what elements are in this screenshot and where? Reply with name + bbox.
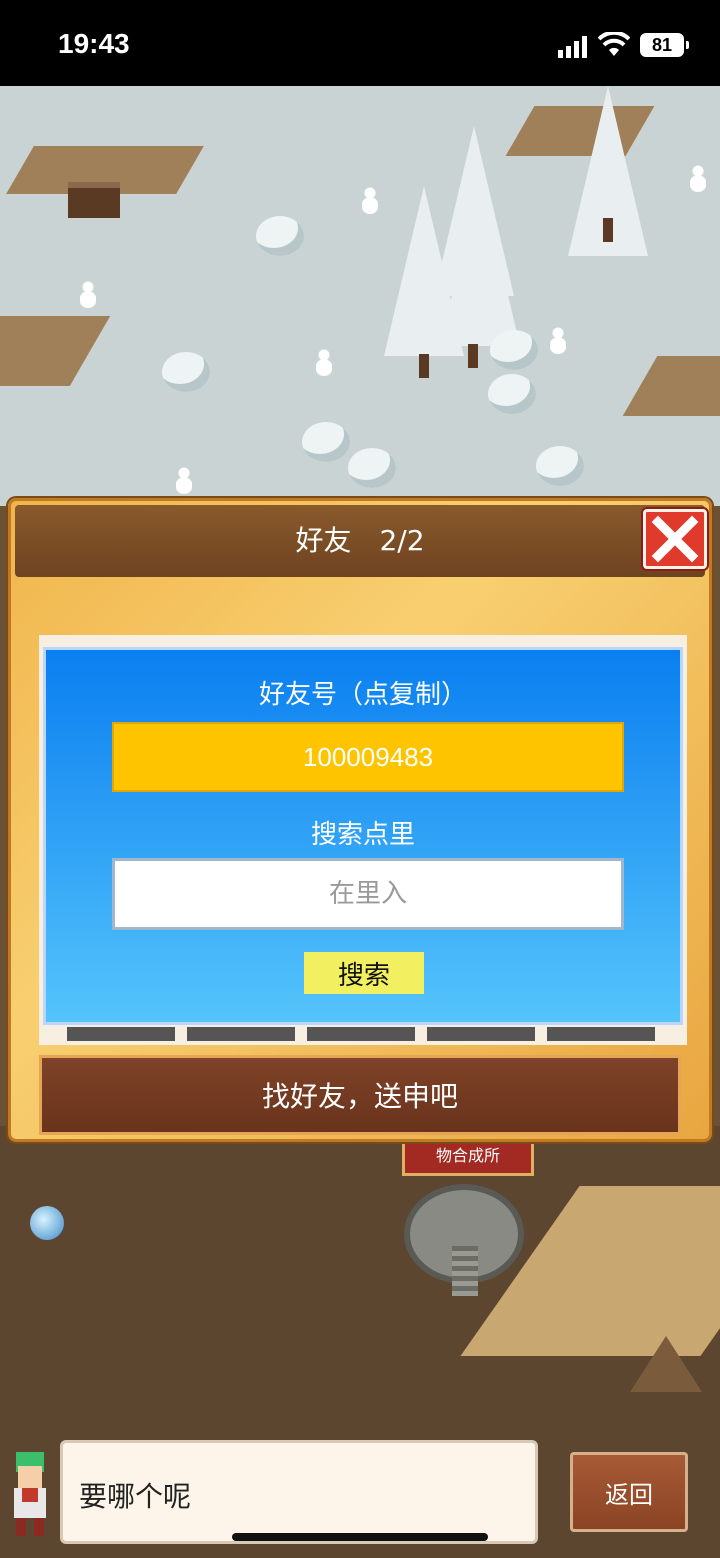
- status-bar: 19:43 81: [0, 0, 720, 86]
- wooden-cart: [68, 182, 120, 218]
- friend-id-copy-field[interactable]: 100009483: [112, 722, 624, 792]
- back-button[interactable]: 返回: [570, 1452, 688, 1532]
- tree-trunk: [468, 344, 478, 368]
- status-time: 19:43: [58, 28, 130, 59]
- battery-icon: 81: [640, 33, 689, 57]
- friend-search-input[interactable]: [112, 858, 624, 930]
- tab-slot[interactable]: [427, 1027, 535, 1041]
- snow-bush: [256, 216, 304, 256]
- snow-bush: [536, 446, 584, 486]
- friend-dialog: 好友 2/2 好友号（点复制） 100009483 搜索点里 搜索 找好友，送申…: [8, 498, 712, 1142]
- tab-slot[interactable]: [187, 1027, 295, 1041]
- search-label: 搜索点里: [310, 820, 415, 850]
- snowman: [362, 186, 378, 214]
- tab-slot[interactable]: [67, 1027, 175, 1041]
- well-stairs: [452, 1246, 478, 1296]
- speech-text: 要哪个呢: [79, 1480, 192, 1513]
- rock: [630, 1336, 702, 1392]
- snow-tree: [440, 176, 520, 346]
- panel-tabs: [39, 1023, 687, 1045]
- close-button[interactable]: [643, 509, 707, 569]
- dialog-header: 好友 2/2: [15, 505, 705, 577]
- snow-bush: [348, 448, 396, 488]
- speech-box: 要哪个呢: [60, 1440, 538, 1544]
- snowman: [316, 348, 332, 376]
- wifi-icon: [598, 32, 630, 56]
- tree-trunk: [603, 218, 613, 242]
- snow-bush: [162, 352, 210, 392]
- tab-slot[interactable]: [547, 1027, 655, 1041]
- building-sign[interactable]: 物合成所: [402, 1136, 534, 1176]
- crystal-orb[interactable]: [30, 1206, 64, 1240]
- dialog-title: 好友 2/2: [295, 524, 425, 557]
- snowman: [80, 280, 96, 308]
- friend-id-label: 好友号（点复制）: [258, 680, 467, 710]
- character-avatar: [14, 1452, 46, 1536]
- snowman: [550, 326, 566, 354]
- signal-icon: [558, 36, 587, 58]
- friend-search-panel: 好友号（点复制） 100009483 搜索点里 搜索: [43, 647, 683, 1025]
- search-button[interactable]: 搜索: [304, 952, 424, 994]
- snow-bush: [488, 374, 536, 414]
- home-indicator[interactable]: [232, 1533, 488, 1541]
- snowman: [690, 164, 706, 192]
- snowman: [176, 466, 192, 494]
- snow-bush: [490, 330, 538, 370]
- close-icon: [651, 515, 699, 563]
- tab-slot[interactable]: [307, 1027, 415, 1041]
- tree-trunk: [419, 354, 429, 378]
- send-friend-request-button[interactable]: 找好友，送申吧: [39, 1055, 681, 1135]
- snow-bush: [302, 422, 350, 462]
